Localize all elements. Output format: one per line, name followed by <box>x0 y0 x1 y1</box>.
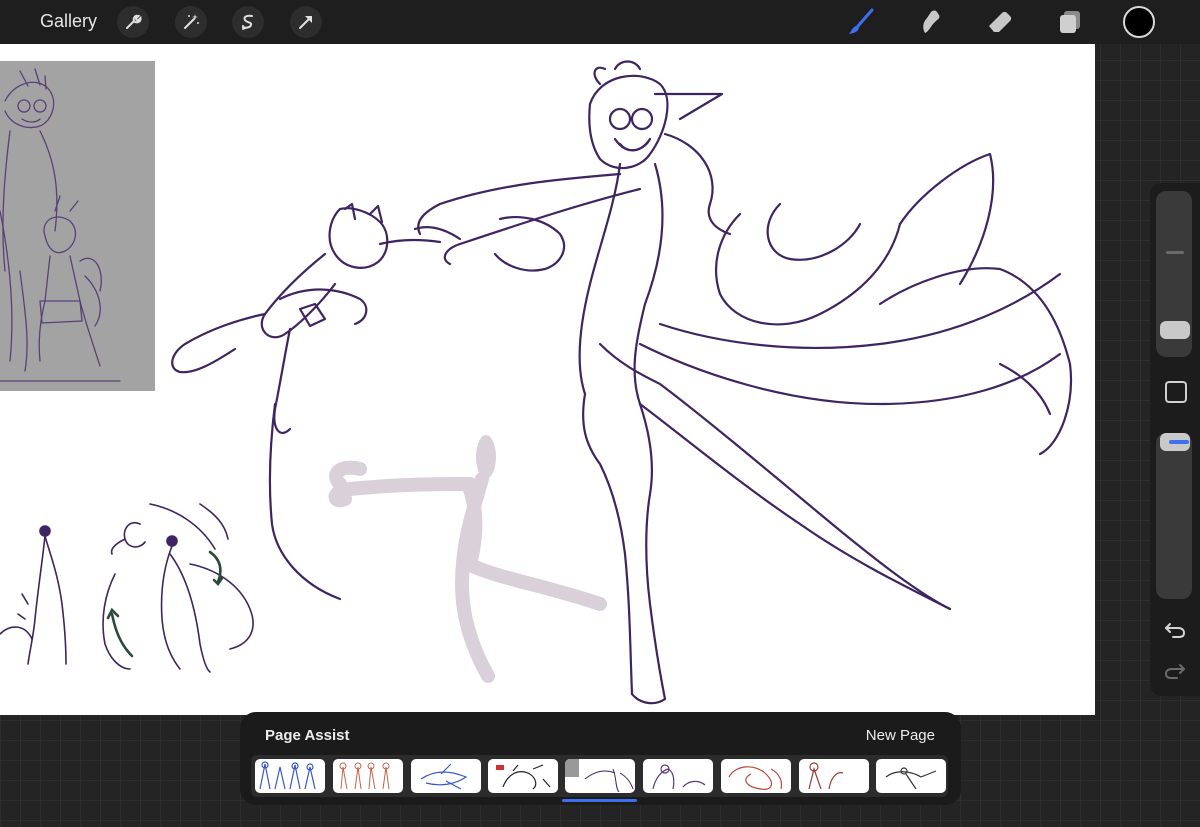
redo-icon[interactable] <box>1163 660 1187 682</box>
page-thumbnail-4[interactable] <box>488 759 558 793</box>
brush-size-slider[interactable] <box>1156 191 1192 357</box>
page-thumbnails <box>251 755 948 797</box>
adjustments-wand-icon[interactable] <box>175 6 207 38</box>
size-tick-mark <box>1166 251 1184 254</box>
selection-icon[interactable] <box>232 6 264 38</box>
page-thumbnail-7[interactable] <box>721 759 791 793</box>
top-toolbar: Gallery <box>0 0 1200 44</box>
page-thumbnail-6[interactable] <box>643 759 713 793</box>
brush-size-thumb[interactable] <box>1160 321 1190 339</box>
page-thumbnail-3[interactable] <box>411 759 481 793</box>
drawing-canvas[interactable] <box>0 44 1095 715</box>
color-picker-swatch[interactable] <box>1123 6 1155 38</box>
page-assist-title: Page Assist <box>265 727 350 744</box>
layers-icon[interactable] <box>1054 6 1086 38</box>
undo-icon[interactable] <box>1163 619 1187 641</box>
page-thumbnail-9[interactable] <box>876 759 946 793</box>
eraser-icon[interactable] <box>984 6 1016 38</box>
sketch-layer <box>0 60 1072 705</box>
opacity-slider[interactable] <box>1156 433 1192 599</box>
opacity-thumb[interactable] <box>1160 433 1190 451</box>
opacity-indicator <box>1169 440 1189 444</box>
page-thumbnail-2[interactable] <box>333 759 403 793</box>
actions-wrench-icon[interactable] <box>117 6 149 38</box>
gallery-button[interactable]: Gallery <box>40 11 97 32</box>
new-page-button[interactable]: New Page <box>866 727 935 744</box>
brush-icon[interactable] <box>845 6 877 38</box>
page-thumbnail-8[interactable] <box>799 759 869 793</box>
page-thumbnail-5[interactable] <box>565 759 635 793</box>
smudge-icon[interactable] <box>914 6 946 38</box>
page-assist-panel: Page Assist New Page <box>240 712 961 805</box>
transform-arrow-icon[interactable] <box>290 6 322 38</box>
active-page-indicator <box>562 799 637 802</box>
page-thumbnail-1[interactable] <box>255 759 325 793</box>
square-icon[interactable] <box>1165 381 1187 403</box>
right-sidebar <box>1150 183 1200 696</box>
